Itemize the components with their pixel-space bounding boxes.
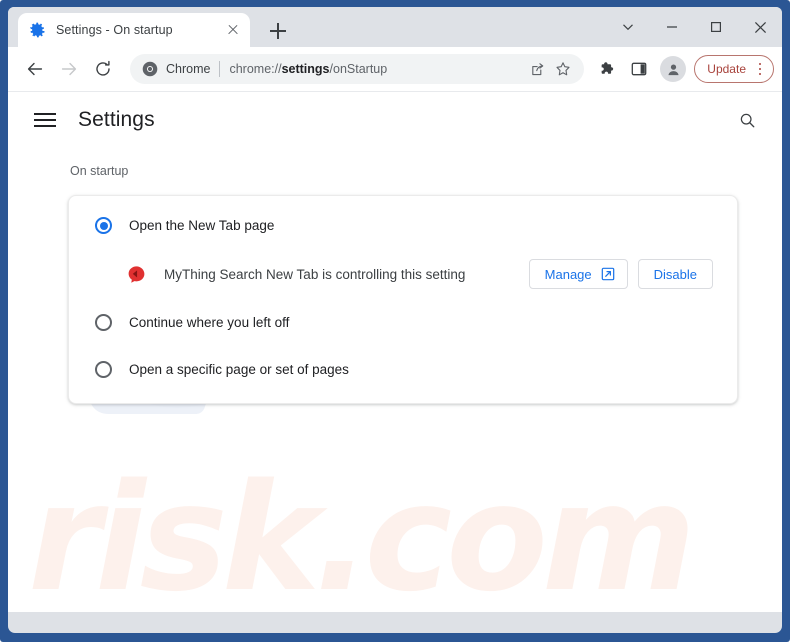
radio-continue[interactable] [95,314,112,331]
settings-page: PC risk.com Settings On startup [8,92,782,612]
radio-label-specific-pages: Open a specific page or set of pages [129,362,349,377]
omnibox-divider [219,61,221,77]
maximize-icon[interactable] [694,7,738,47]
share-button[interactable] [524,56,550,82]
radio-row-new-tab-page[interactable]: Open the New Tab page [69,202,737,249]
radio-specific-pages[interactable] [95,361,112,378]
new-tab-button[interactable] [264,19,292,43]
settings-gear-icon [30,22,45,38]
extension-notice-text: MyThing Search New Tab is controlling th… [164,266,466,282]
settings-search-button[interactable] [732,105,762,135]
omnibox-actions [524,56,576,82]
disable-label: Disable [653,266,697,282]
omnibox-url: chrome://settings/onStartup [229,62,520,76]
tab-strip: Settings - On startup [8,7,782,47]
section-label: On startup [70,164,129,178]
browser-tab-settings[interactable]: Settings - On startup [18,13,250,47]
on-startup-card: Open the New Tab page MyThing Search New… [68,195,738,404]
radio-new-tab-page[interactable] [95,217,112,234]
tab-title: Settings - On startup [56,23,173,37]
tab-close-icon[interactable] [224,21,242,39]
forward-button[interactable] [54,54,84,84]
side-panel-button[interactable] [624,54,654,84]
settings-header: Settings [8,92,782,148]
browser-toolbar: Chrome chrome://settings/onStartup Updat… [8,47,782,92]
extension-notice-buttons: Manage Disable [528,259,713,289]
disable-button[interactable]: Disable [637,259,713,289]
forward-arrow-icon [61,62,77,76]
omnibox-scheme-label: Chrome [166,62,211,76]
radio-label-continue: Continue where you left off [129,315,290,330]
address-bar[interactable]: Chrome chrome://settings/onStartup [130,54,585,84]
radio-label-new-tab-page: Open the New Tab page [129,218,275,233]
extension-notice-row: MyThing Search New Tab is controlling th… [69,249,737,299]
mything-search-extension-icon [128,265,145,283]
chrome-menu-icon[interactable] [753,60,767,78]
back-arrow-icon [27,62,43,76]
close-window-icon[interactable] [738,7,782,47]
tab-search-chevron-icon[interactable] [606,7,650,47]
back-button[interactable] [20,54,50,84]
extensions-button[interactable] [592,54,622,84]
chrome-logo-icon [142,61,158,77]
reload-icon [96,60,110,76]
radio-row-specific-pages[interactable]: Open a specific page or set of pages [69,346,737,393]
avatar-icon [668,64,679,75]
url-bold: settings [281,62,330,76]
profile-avatar[interactable] [660,56,687,82]
url-suffix: /onStartup [329,62,388,76]
url-prefix: chrome:// [229,62,282,76]
bookmark-button[interactable] [550,56,576,82]
minimize-icon[interactable] [650,7,694,47]
manage-label: Manage [544,266,592,282]
browser-window: Settings - On startup Chrome chrome://se… [0,0,790,642]
share-icon [532,62,544,75]
hamburger-menu-icon[interactable] [34,109,56,131]
update-label: Update [707,62,746,76]
update-button[interactable]: Update [694,55,774,83]
puzzle-piece-icon [601,61,613,74]
page-title: Settings [78,108,155,131]
watermark-risk-text: risk.com [28,452,696,612]
external-link-icon [601,267,614,281]
window-controls [606,7,782,47]
browser-window-inner: Settings - On startup Chrome chrome://se… [8,7,782,633]
manage-button[interactable]: Manage [528,259,628,289]
reload-button[interactable] [88,54,118,84]
side-panel-icon [631,62,647,76]
search-icon [740,113,754,127]
radio-row-continue[interactable]: Continue where you left off [69,299,737,346]
star-icon [556,62,570,76]
